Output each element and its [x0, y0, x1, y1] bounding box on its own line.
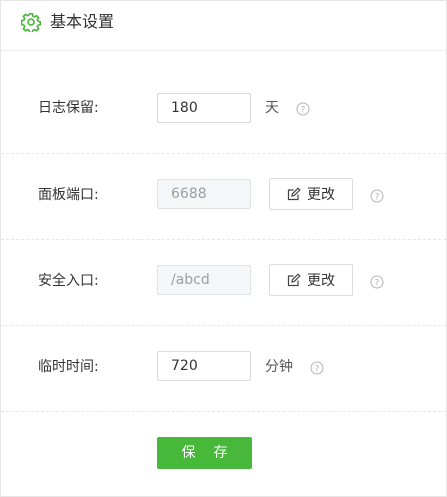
gear-icon: [20, 12, 42, 34]
change-port-label: 更改: [307, 187, 335, 203]
temp-time-unit: 分钟: [265, 359, 293, 375]
panel-port-input: [157, 179, 251, 209]
settings-panel: 基本设置 日志保留: 天 ? 面板端口: 更改 ? 安全入口: 更改: [0, 0, 447, 497]
security-entry-input: [157, 265, 251, 295]
help-icon[interactable]: ?: [370, 188, 384, 203]
help-icon[interactable]: ?: [310, 360, 324, 375]
temp-time-label: 临时时间:: [38, 359, 99, 375]
log-retention-input[interactable]: [157, 93, 251, 123]
change-entry-label: 更改: [307, 273, 335, 289]
help-icon[interactable]: ?: [296, 101, 310, 116]
row-temp-time: 临时时间: 分钟 ?: [1, 325, 446, 412]
change-entry-button[interactable]: 更改: [269, 264, 353, 296]
page-title: 基本设置: [50, 12, 115, 31]
svg-text:?: ?: [301, 106, 306, 116]
panel-header: 基本设置: [1, 1, 446, 51]
row-security-entry: 安全入口: 更改 ?: [1, 239, 446, 326]
panel-port-label: 面板端口:: [38, 187, 99, 203]
save-button[interactable]: 保存: [157, 437, 252, 469]
row-panel-port: 面板端口: 更改 ?: [1, 153, 446, 240]
log-retention-label: 日志保留:: [38, 100, 99, 116]
security-entry-label: 安全入口:: [38, 273, 99, 289]
edit-icon: [287, 187, 301, 201]
row-log-retention: 日志保留: 天 ?: [1, 67, 446, 154]
help-icon[interactable]: ?: [370, 274, 384, 289]
log-retention-unit: 天: [265, 100, 279, 116]
svg-text:?: ?: [375, 193, 380, 203]
change-port-button[interactable]: 更改: [269, 178, 353, 210]
temp-time-input[interactable]: [157, 351, 251, 381]
svg-text:?: ?: [375, 279, 380, 289]
edit-icon: [287, 273, 301, 287]
svg-text:?: ?: [315, 365, 320, 375]
